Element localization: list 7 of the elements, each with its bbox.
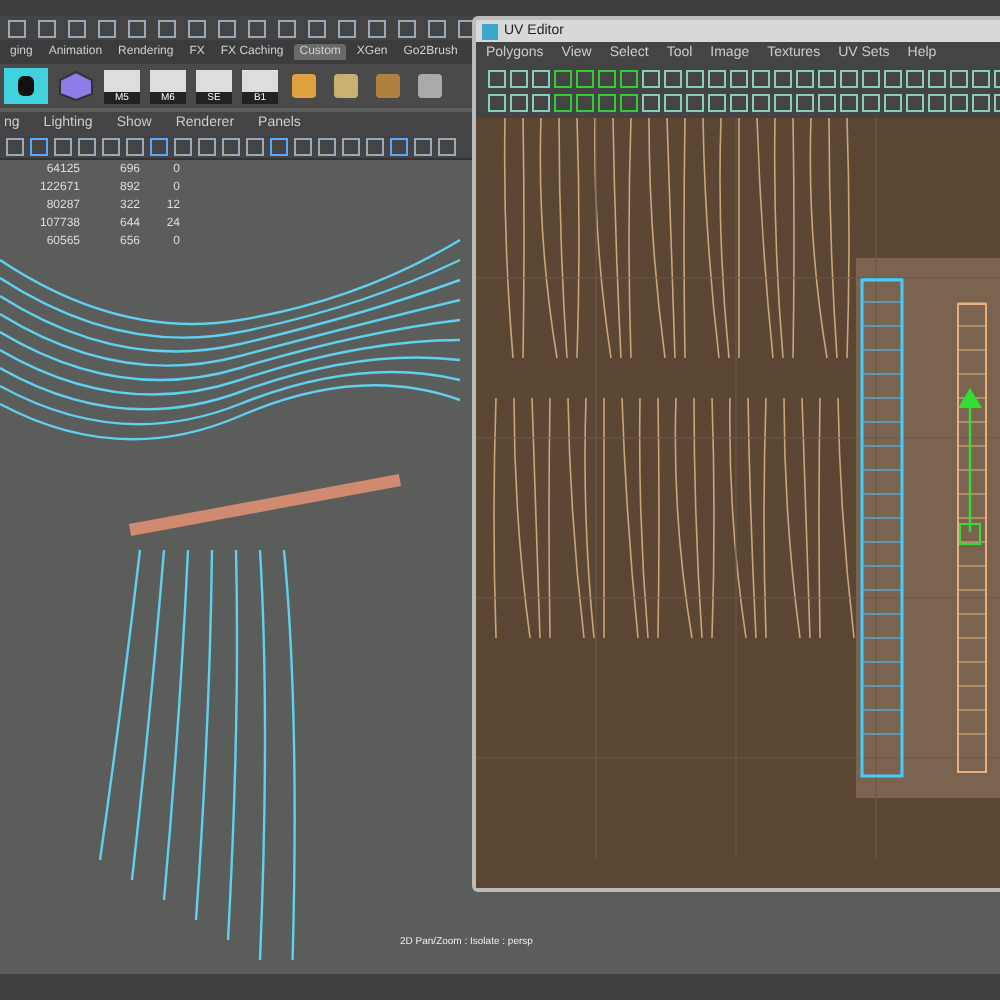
app-icon bbox=[482, 23, 498, 39]
logo-icon[interactable] bbox=[4, 68, 48, 104]
shelf-tool-icon[interactable] bbox=[288, 70, 320, 102]
shelf-tool-icon[interactable] bbox=[330, 70, 362, 102]
shelf-tool-icon[interactable] bbox=[372, 70, 404, 102]
shelf-tool-icon[interactable] bbox=[414, 70, 446, 102]
cube-icon[interactable] bbox=[58, 70, 94, 102]
